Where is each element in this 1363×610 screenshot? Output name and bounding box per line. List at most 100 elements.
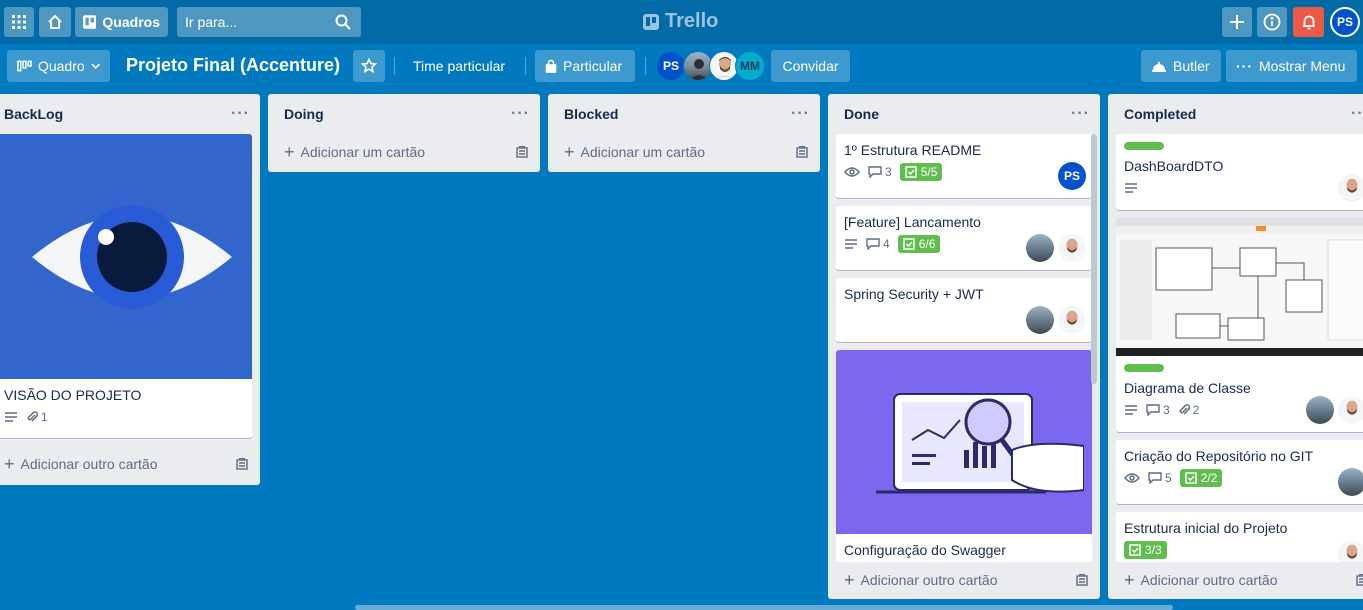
member-avatar[interactable] — [1026, 234, 1054, 262]
list-name[interactable]: Done — [844, 106, 879, 122]
list-header[interactable]: Doing ··· — [268, 94, 540, 134]
visibility-button[interactable]: Particular — [535, 50, 635, 82]
card-members — [1026, 306, 1086, 334]
invite-button[interactable]: Convidar — [771, 50, 850, 82]
header-divider — [645, 57, 646, 75]
card[interactable]: VISÃO DO PROJETO 1 — [0, 134, 252, 438]
add-card-button[interactable]: + Adicionar um cartão — [548, 134, 820, 170]
add-card-button[interactable]: + Adicionar um cartão — [268, 134, 540, 170]
checklist-badge: 2/2 — [1179, 469, 1223, 487]
card[interactable]: Criação do Repositório no GIT 5 2/2 — [1116, 440, 1363, 504]
notifications-button[interactable] — [1293, 7, 1324, 37]
member-avatar[interactable]: MM — [735, 51, 765, 81]
list-menu-icon[interactable]: ··· — [511, 105, 530, 123]
member-avatar[interactable] — [1026, 306, 1054, 334]
member-avatar[interactable] — [1058, 306, 1086, 334]
eye-icon — [1124, 473, 1140, 483]
create-button[interactable] — [1222, 7, 1252, 37]
card-badges: 3/3 — [1116, 540, 1363, 562]
list-scrollbar[interactable] — [1091, 134, 1097, 384]
board-view-switcher[interactable]: Quadro — [7, 50, 110, 82]
list-menu-icon[interactable]: ··· — [1071, 105, 1090, 123]
user-avatar[interactable]: PS — [1330, 7, 1360, 37]
search-input[interactable]: Ir para... — [177, 7, 361, 37]
boards-label: Quadros — [102, 14, 160, 30]
add-card-label: Adicionar um cartão — [580, 144, 706, 160]
template-icon[interactable] — [1076, 574, 1088, 586]
member-avatar[interactable] — [1338, 174, 1363, 202]
member-avatar[interactable] — [1058, 234, 1086, 262]
list-header[interactable]: Done ··· — [828, 94, 1100, 134]
home-icon — [48, 14, 62, 29]
board-icon — [83, 15, 97, 29]
show-menu-button[interactable]: ··· Mostrar Menu — [1226, 50, 1357, 82]
template-icon[interactable] — [1356, 574, 1363, 586]
member-avatar[interactable] — [1338, 468, 1363, 496]
card-members — [1306, 396, 1363, 424]
plus-icon: + — [564, 142, 575, 162]
checklist-badge: 5/5 — [899, 163, 943, 181]
list-name[interactable]: Blocked — [564, 106, 618, 122]
list-name[interactable]: Completed — [1124, 106, 1196, 122]
add-card-button[interactable]: + Adicionar outro cartão — [1108, 562, 1363, 598]
card[interactable]: 1º Estrutura README 3 5/5 PS — [836, 134, 1092, 198]
member-avatar[interactable] — [1338, 540, 1363, 562]
member-avatar[interactable] — [1306, 396, 1334, 424]
trello-logo[interactable]: Trello — [643, 10, 718, 33]
list-header[interactable]: Blocked ··· — [548, 94, 820, 134]
member-avatar[interactable] — [1338, 396, 1363, 424]
card[interactable]: Spring Security + JWT — [836, 278, 1092, 342]
board-title[interactable]: Projeto Final (Accenture) — [126, 55, 340, 76]
list-header[interactable]: Completed ··· — [1108, 94, 1363, 134]
list-header[interactable]: BackLog ··· — [0, 94, 260, 134]
butler-button[interactable]: Butler — [1141, 50, 1221, 82]
template-icon[interactable] — [236, 458, 248, 470]
list-menu-icon[interactable]: ··· — [791, 105, 810, 123]
card-members — [1338, 468, 1363, 496]
star-button[interactable] — [353, 50, 385, 82]
card-title: [Feature] Lancamento — [844, 214, 981, 230]
card[interactable]: DashBoardDTO — [1116, 134, 1363, 210]
list-completed: Completed ··· DashBoardDTO — [1108, 94, 1363, 599]
card-label — [1124, 364, 1164, 372]
card-title: DashBoardDTO — [1124, 158, 1224, 174]
member-avatar[interactable]: PS — [1058, 162, 1086, 190]
list-cards: DashBoardDTO Diagrama de Classe 3 2 Cria… — [1108, 134, 1363, 562]
card-title: Spring Security + JWT — [844, 286, 984, 302]
home-button[interactable] — [39, 7, 71, 37]
card[interactable]: Estrutura inicial do Projeto 3/3 — [1116, 512, 1363, 562]
team-button[interactable]: Time particular — [413, 50, 505, 82]
comment-icon — [866, 238, 880, 250]
apps-icon[interactable] — [4, 7, 34, 37]
boards-button[interactable]: Quadros — [75, 7, 168, 37]
analytics-cover-icon — [876, 393, 1085, 494]
card[interactable]: Configuração do Swagger — [836, 350, 1092, 562]
comment-icon — [1148, 472, 1162, 484]
list-name[interactable]: BackLog — [4, 106, 63, 122]
add-card-button[interactable]: + Adicionar outro cartão — [0, 446, 260, 482]
checklist-icon — [902, 238, 915, 250]
eye-cover-icon — [32, 205, 232, 309]
template-icon[interactable] — [516, 146, 528, 158]
list-menu-icon[interactable]: ··· — [1351, 105, 1363, 123]
card-members — [1338, 174, 1363, 202]
template-icon[interactable] — [796, 146, 808, 158]
checklist-icon — [1129, 544, 1141, 556]
add-card-button[interactable]: + Adicionar outro cartão — [828, 562, 1100, 598]
chevron-down-icon — [91, 63, 100, 69]
description-icon — [845, 239, 857, 249]
info-button[interactable] — [1257, 7, 1287, 37]
card-title: 1º Estrutura README — [844, 142, 982, 158]
card-badges — [1116, 178, 1363, 206]
card[interactable]: Diagrama de Classe 3 2 — [1116, 218, 1363, 432]
card-title: VISÃO DO PROJETO — [4, 387, 142, 403]
list-menu-icon[interactable]: ··· — [231, 105, 250, 123]
bell-icon — [1302, 15, 1315, 30]
list-name[interactable]: Doing — [284, 106, 324, 122]
header-divider — [394, 57, 395, 75]
info-icon — [1263, 13, 1281, 31]
card[interactable]: [Feature] Lancamento 4 6/6 — [836, 206, 1092, 270]
plus-icon — [1230, 15, 1244, 29]
board-horizontal-scrollbar[interactable] — [355, 605, 1173, 610]
member-avatar[interactable]: PS — [656, 51, 686, 81]
